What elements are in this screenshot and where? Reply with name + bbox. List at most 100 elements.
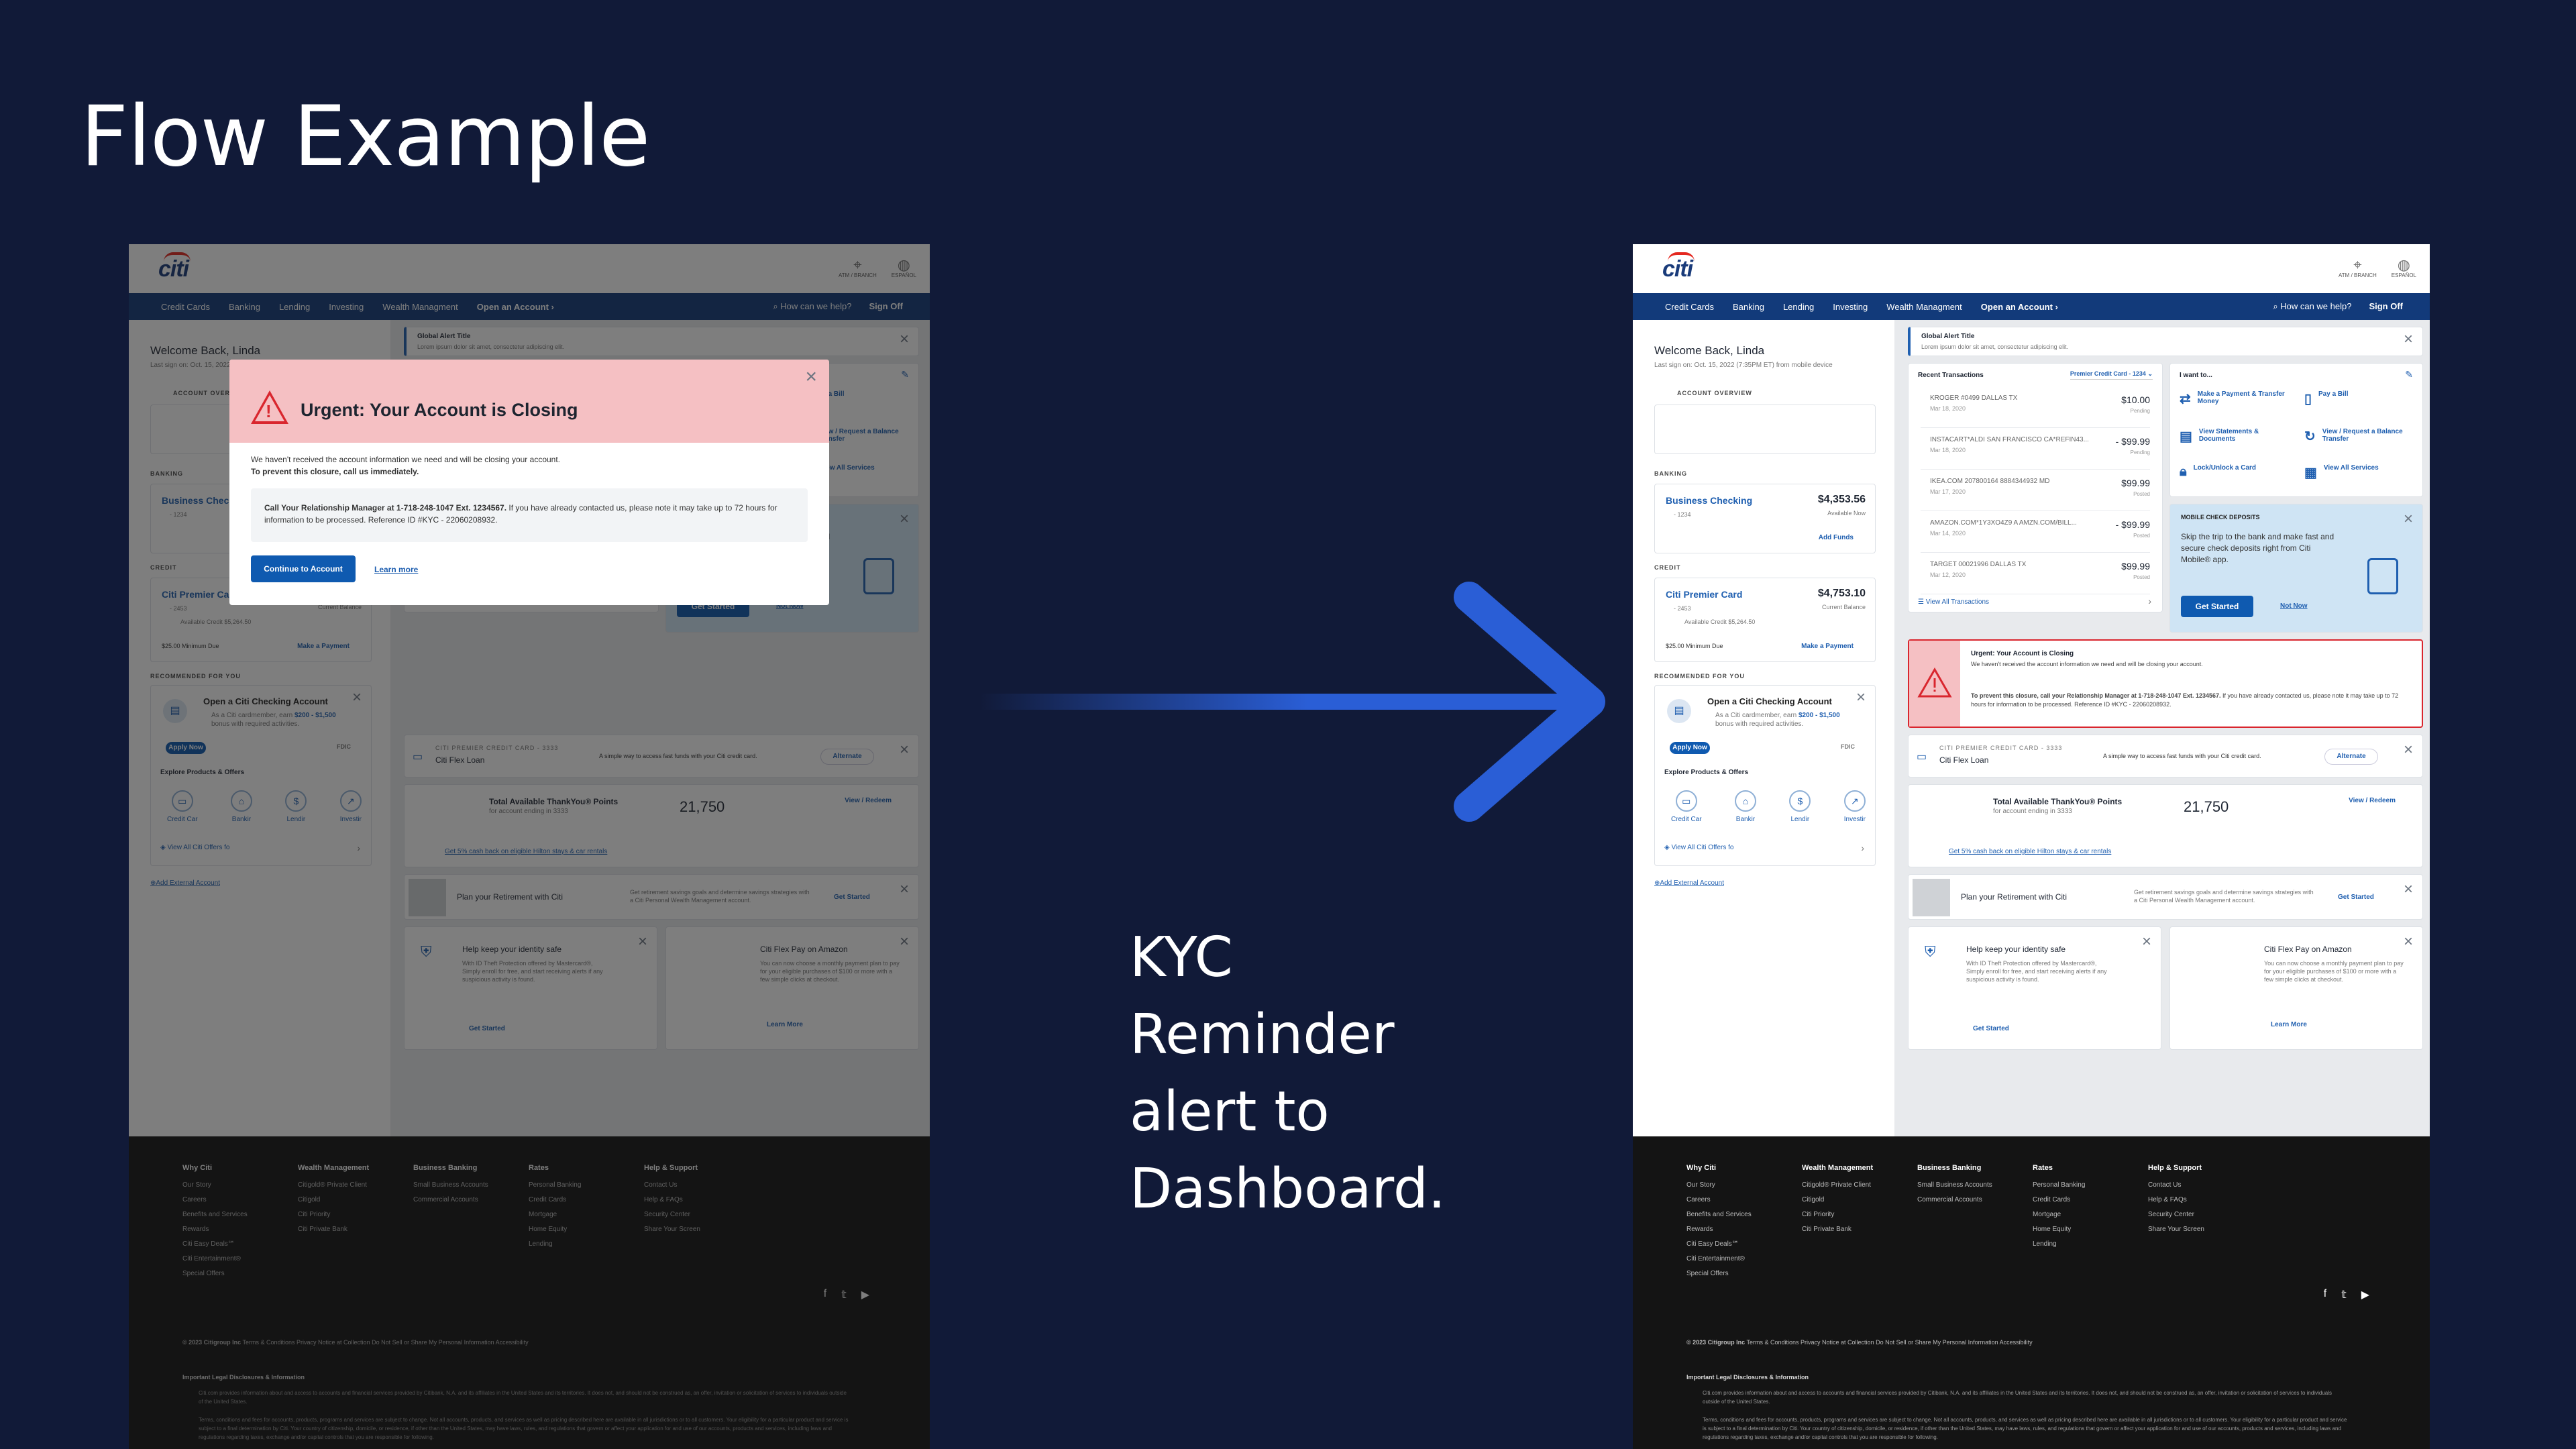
twitter-icon[interactable]: 𝕥 [2341,1288,2346,1301]
banking-account-card[interactable]: Business Checking - 1234 $4,353.56 Avail… [1654,484,1876,553]
legal-links[interactable]: Terms & Conditions Privacy Notice at Col… [1747,1339,2033,1346]
footer-link[interactable]: Citi Priority [1802,1208,1873,1222]
nav-wealth[interactable]: Wealth Managment [1886,302,1962,312]
footer-link[interactable]: Share Your Screen [2148,1222,2204,1237]
account-selector[interactable]: Premier Credit Card - 1234 ⌄ [2070,370,2153,380]
citi-logo[interactable]: citi [1662,252,1695,282]
footer-link[interactable]: Citigold® Private Client [1802,1178,1873,1193]
add-funds-link[interactable]: Add Funds [1819,534,1854,541]
language-link[interactable]: ◍ESPAÑOL [2392,256,2416,279]
alert-line1: We haven't received the account informat… [1971,661,2203,667]
account-name[interactable]: Business Checking [1666,495,1752,506]
not-now-link[interactable]: Not Now [2280,602,2308,610]
search-icon: ⌕ [2273,301,2281,311]
sign-off-link[interactable]: Sign Off [2369,301,2403,312]
youtube-icon[interactable]: ▶ [2361,1288,2369,1301]
alternate-button[interactable]: Alternate [2324,749,2378,765]
nav-investing[interactable]: Investing [1833,302,1868,312]
cash-back-link[interactable]: Get 5% cash back on eligible Hilton stay… [1949,848,2111,855]
footer-link[interactable]: Contact Us [2148,1178,2204,1193]
footer-link[interactable]: Benefits and Services [1686,1208,1752,1222]
credit-account-card[interactable]: Citi Premier Card - 2453 Available Credi… [1654,578,1876,662]
lock-card-service[interactable]: 🔒︎Lock/Unlock a Card [2180,464,2294,480]
mobile-body: Skip the trip to the bank and make fast … [2181,532,2334,564]
view-all-offers-link[interactable]: ◈ View All Citi Offers fo [1664,844,1733,851]
explore-credit-card[interactable]: ▭Credit Car [1671,790,1702,823]
warning-mark: ! [266,401,272,421]
footer-col-why-citi: Why Citi Our StoryCareersBenefits and Se… [1686,1161,1752,1281]
dashboard-with-modal-screen: citi ⌖ATM / BRANCH ◍ESPAÑOL Credit Cards… [129,244,930,1449]
flexpay-learn-more[interactable]: Learn More [2271,1021,2307,1028]
footer-link[interactable]: Citi Entertainment® [1686,1252,1752,1267]
explore-investing[interactable]: ↗Investir [1844,790,1866,823]
nav-lending[interactable]: Lending [1783,302,1814,312]
close-icon[interactable]: × [2404,742,2413,758]
iwant-title: I want to... [2180,372,2212,379]
nav-credit-cards[interactable]: Credit Cards [1665,302,1714,312]
make-payment-service[interactable]: ⇄Make a Payment & Transfer Money [2180,390,2294,407]
view-all-transactions-link[interactable]: ☰ View All Transactions [1918,598,1989,606]
footer-link[interactable]: Citi Easy Deals℠ [1686,1237,1752,1252]
statements-service[interactable]: ▤View Statements & Documents [2180,428,2294,445]
footer-link[interactable]: Our Story [1686,1178,1752,1193]
make-payment-link[interactable]: Make a Payment [1801,643,1854,650]
transaction-row[interactable]: IKEA.COM 207800164 8884344932 MDMar 17, … [1921,471,2150,511]
facebook-icon[interactable]: f [2324,1288,2326,1301]
rec-title: Open a Citi Checking Account [1707,696,1832,706]
footer-link[interactable]: Citi Private Bank [1802,1222,1873,1237]
learn-more-link[interactable]: Learn more [374,565,418,574]
footer-link[interactable]: Mortgage [2033,1208,2085,1222]
footer-link[interactable]: Special Offers [1686,1267,1752,1281]
i-want-to-card: I want to... ✎ ⇄Make a Payment & Transfe… [2169,363,2423,497]
globe-icon: ◍ [2397,256,2410,273]
close-icon[interactable]: × [1856,690,1866,706]
flow-arrow-icon [1454,582,1605,822]
get-started-button[interactable]: Get Started [2181,596,2253,617]
retire-get-started[interactable]: Get Started [2338,894,2374,901]
footer-link[interactable]: Small Business Accounts [1917,1178,1992,1193]
balance-transfer-service[interactable]: ↻View / Request a Balance Transfer [2304,428,2418,445]
grid-icon: ▦ [2304,466,2317,480]
credit-label: CREDIT [1654,564,1681,571]
footer-link[interactable]: Citigold [1802,1193,1873,1208]
footer-link[interactable]: Commercial Accounts [1917,1193,1992,1208]
transaction-row[interactable]: TARGET 00021996 DALLAS TXMar 12, 2020$99… [1921,554,2150,594]
retire-title: Plan your Retirement with Citi [1961,892,2068,902]
close-icon[interactable]: × [2404,511,2413,527]
footer-link[interactable]: Security Center [2148,1208,2204,1222]
add-external-account-link[interactable]: ⊕Add External Account [1654,879,1724,887]
transaction-row[interactable]: INSTACART*ALDI SAN FRANCISCO CA*REFIN43.… [1921,429,2150,470]
footer-link[interactable]: Help & FAQs [2148,1193,2204,1208]
points-title: Total Available ThankYou® Points [1993,797,2123,806]
edit-icon[interactable]: ✎ [2405,369,2413,380]
legal-title: Important Legal Disclosures & Informatio… [1686,1374,1809,1381]
view-redeem-link[interactable]: View / Redeem [2349,797,2396,804]
continue-to-account-button[interactable]: Continue to Account [251,555,356,582]
nav-open-account[interactable]: Open an Account › [1981,302,2058,312]
footer-link[interactable]: Personal Banking [2033,1178,2085,1193]
footer-link[interactable]: Careers [1686,1193,1752,1208]
footer-col-help: Help & Support Contact UsHelp & FAQsSecu… [2148,1161,2204,1237]
transaction-row[interactable]: KROGER #0499 DALLAS TXMar 18, 2020$10.00… [1921,388,2150,428]
close-icon[interactable]: × [2404,934,2413,950]
help-search[interactable]: ⌕ How can we help? [2273,301,2351,312]
modal-backdrop[interactable]: ! Urgent: Your Account is Closing × We have… [129,244,930,1449]
footer-link[interactable]: Rewards [1686,1222,1752,1237]
all-services[interactable]: ▦View All Services [2304,464,2418,481]
close-icon[interactable]: × [805,367,817,387]
close-icon[interactable]: × [2404,881,2413,898]
nav-banking[interactable]: Banking [1733,302,1764,312]
card-name[interactable]: Citi Premier Card [1666,589,1742,600]
footer-link[interactable]: Lending [2033,1237,2085,1252]
atm-branch-link[interactable]: ⌖ATM / BRANCH [2339,258,2377,279]
apply-now-button[interactable]: Apply Now [1670,742,1710,754]
explore-lending[interactable]: $Lendir [1789,790,1811,823]
footer-link[interactable]: Credit Cards [2033,1193,2085,1208]
explore-banking[interactable]: ⌂Bankir [1734,790,1756,823]
transaction-row[interactable]: AMAZON.COM*1Y3XO4Z9 A AMZN.COM/BILL...Ma… [1921,513,2150,553]
footer-link[interactable]: Home Equity [2033,1222,2085,1237]
close-icon[interactable]: × [2404,331,2413,347]
close-icon[interactable]: × [2142,934,2151,950]
pay-bill-service[interactable]: ▯Pay a Bill [2304,390,2418,407]
identity-get-started[interactable]: Get Started [1973,1025,2009,1032]
